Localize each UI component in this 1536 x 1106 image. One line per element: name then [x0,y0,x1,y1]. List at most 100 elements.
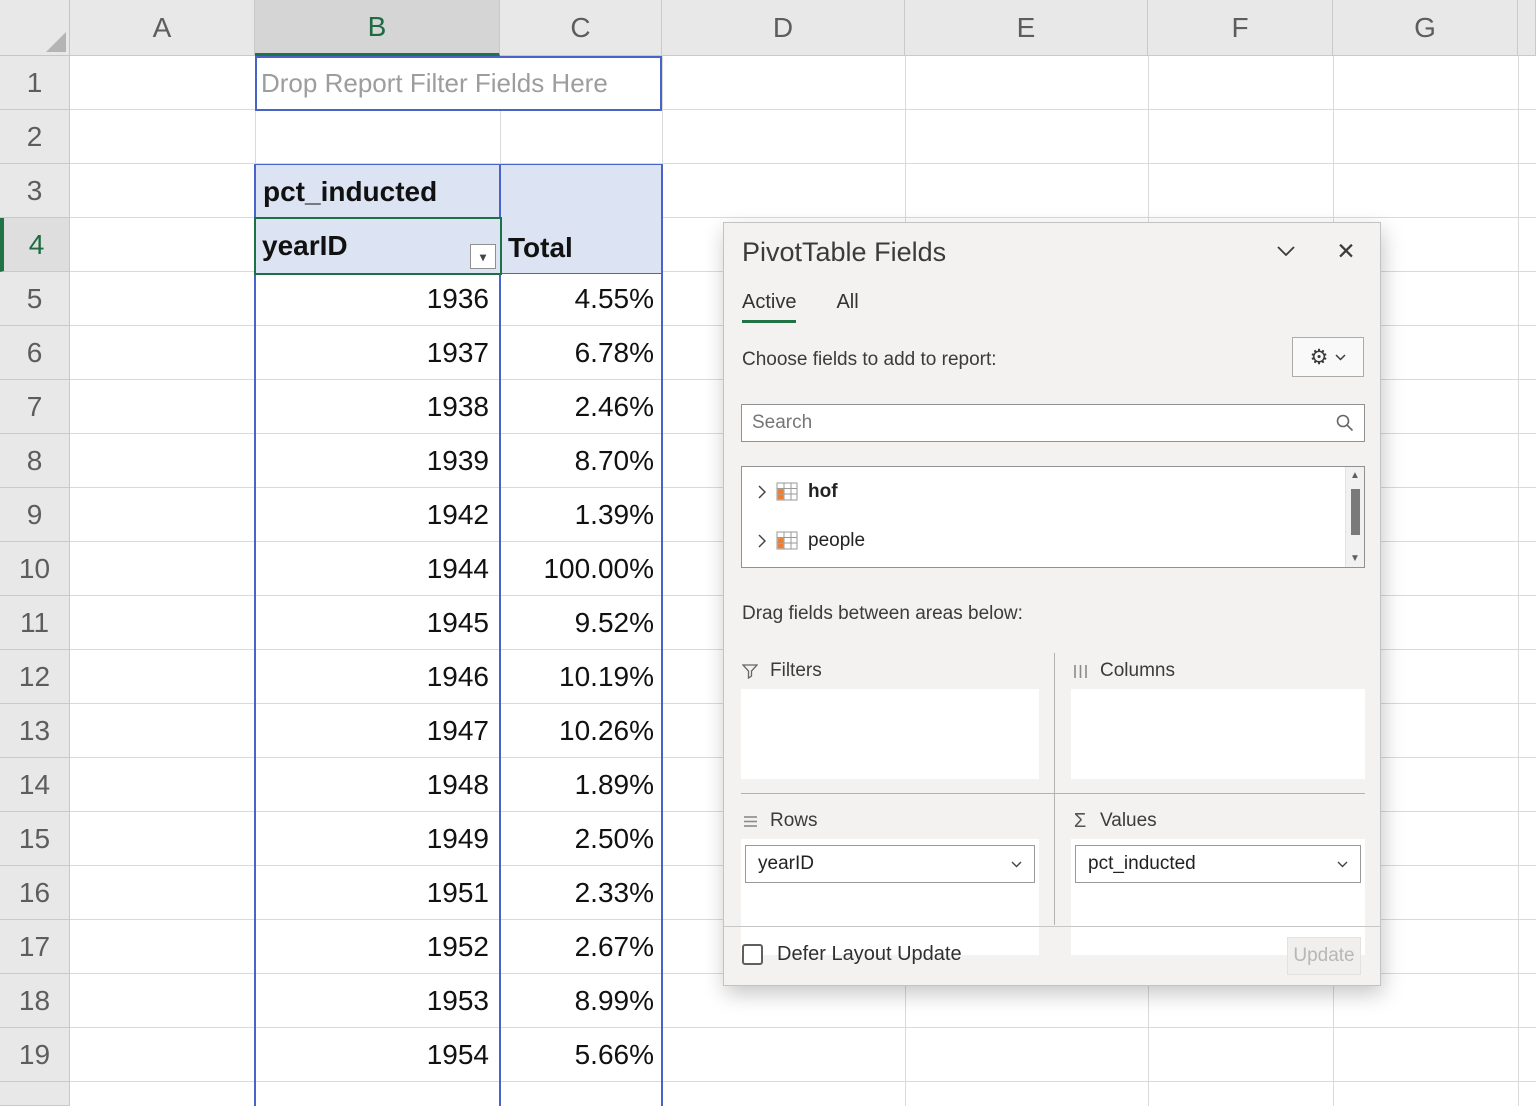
tools-gear-button[interactable]: ⚙ [1292,337,1364,377]
column-header-partial[interactable] [1518,0,1536,56]
select-all-corner[interactable] [0,0,70,56]
cell-yearID[interactable]: 1946 [255,650,500,704]
row-header-18[interactable]: 18 [0,974,70,1028]
cell-yearID[interactable]: 1945 [255,596,500,650]
search-input[interactable] [742,411,1326,435]
gridline [1518,56,1519,1106]
chevron-down-icon [1011,861,1022,868]
scroll-down-arrow-icon[interactable]: ▼ [1346,553,1364,564]
cell-yearID[interactable]: 1954 [255,1028,500,1082]
columns-drop-zone[interactable] [1071,689,1365,779]
field-item-hof[interactable]: hof [742,467,1364,516]
row-header-15[interactable]: 15 [0,812,70,866]
row-header-5[interactable]: 5 [0,272,70,326]
row-header-17[interactable]: 17 [0,920,70,974]
filters-drop-zone[interactable] [741,689,1039,779]
defer-layout-checkbox[interactable] [742,944,763,965]
row-header-12[interactable]: 12 [0,650,70,704]
row-header-1[interactable]: 1 [0,56,70,110]
row-header-7[interactable]: 7 [0,380,70,434]
cell-total[interactable]: 100.00% [500,542,662,596]
column-header-B[interactable]: B [255,0,500,56]
values-area: Σ Values pct_inducted [1071,803,1365,955]
columns-area-label: Columns [1100,660,1175,682]
row-header-13[interactable]: 13 [0,704,70,758]
pivot-border-left [254,164,256,1106]
cell-yearID[interactable]: 1951 [255,866,500,920]
cell-yearID[interactable]: 1953 [255,974,500,1028]
cell-yearID[interactable]: 1949 [255,812,500,866]
row-header-19[interactable]: 19 [0,1028,70,1082]
cell-total[interactable]: 2.46% [500,380,662,434]
column-header-C[interactable]: C [500,0,662,56]
cell-yearID[interactable]: 1942 [255,488,500,542]
panel-close-icon[interactable]: ✕ [1334,239,1358,263]
expand-chevron-icon[interactable] [754,534,770,548]
cell-yearID[interactable]: 1939 [255,434,500,488]
tab-active[interactable]: Active [742,291,796,323]
cell-yearID[interactable]: 1937 [255,326,500,380]
column-header-F[interactable]: F [1148,0,1333,56]
expand-chevron-icon[interactable] [754,485,770,499]
cell-total[interactable]: 2.50% [500,812,662,866]
values-field-chip-pct-inducted[interactable]: pct_inducted [1075,845,1361,883]
cell-yearID[interactable]: 1947 [255,704,500,758]
row-header-2[interactable]: 2 [0,110,70,164]
row-filter-dropdown-button[interactable]: ▾ [470,244,496,269]
row-header-3[interactable]: 3 [0,164,70,218]
cell-total[interactable]: 10.19% [500,650,662,704]
cell-yearID[interactable]: 1944 [255,542,500,596]
cell-total[interactable]: 9.52% [500,596,662,650]
pivot-value-field-header[interactable]: pct_inducted [255,164,500,219]
tab-all[interactable]: All [836,291,858,323]
cell-total[interactable]: 8.99% [500,974,662,1028]
defer-layout-label: Defer Layout Update [777,943,962,966]
cell-yearID[interactable]: 1936 [255,272,500,326]
cell-yearID[interactable]: 1952 [255,920,500,974]
row-header-partial[interactable] [0,1082,70,1106]
cell-total[interactable]: 2.67% [500,920,662,974]
row-header-16[interactable]: 16 [0,866,70,920]
column-header-D[interactable]: D [662,0,905,56]
row-header-10[interactable]: 10 [0,542,70,596]
pivot-data-row: 19545.66% [255,1028,662,1082]
cell-total[interactable]: 1.89% [500,758,662,812]
row-header-4[interactable]: 4 [0,218,70,272]
rows-field-chip-yearID[interactable]: yearID [745,845,1035,883]
pivot-data-row: 19538.99% [255,974,662,1028]
update-button[interactable]: Update [1287,937,1361,975]
pivot-row-field-header-cell[interactable]: yearID ▾ [254,217,502,275]
pivot-total-header[interactable]: Total [500,164,663,274]
cell-total[interactable]: 10.26% [500,704,662,758]
column-header-E[interactable]: E [905,0,1148,56]
field-item-people[interactable]: people [742,516,1364,565]
chip-label: yearID [758,853,814,875]
row-header-11[interactable]: 11 [0,596,70,650]
scrollbar-thumb[interactable] [1351,489,1360,535]
column-header-G[interactable]: G [1333,0,1518,56]
cell-total[interactable]: 2.33% [500,866,662,920]
rows-drop-zone[interactable]: yearID [741,839,1039,955]
cell-total[interactable]: 4.55% [500,272,662,326]
cell-total[interactable]: 5.66% [500,1028,662,1082]
report-filter-drop-zone[interactable]: Drop Report Filter Fields Here [255,56,662,111]
column-header-A[interactable]: A [70,0,255,56]
cell-total[interactable]: 1.39% [500,488,662,542]
row-header-14[interactable]: 14 [0,758,70,812]
values-area-label: Values [1100,810,1157,832]
scroll-up-arrow-icon[interactable]: ▲ [1346,470,1364,481]
cell-total[interactable]: 6.78% [500,326,662,380]
field-search-box [741,404,1365,442]
cell-yearID[interactable]: 1948 [255,758,500,812]
panel-collapse-chevron-icon[interactable] [1274,239,1298,263]
pivot-data-row: 19512.33% [255,866,662,920]
row-header-8[interactable]: 8 [0,434,70,488]
row-header-6[interactable]: 6 [0,326,70,380]
rows-area: Rows yearID [741,803,1039,955]
cell-total[interactable]: 8.70% [500,434,662,488]
field-list-scrollbar[interactable]: ▲ ▼ [1345,467,1364,567]
panel-tabs: Active All [742,291,859,323]
cell-yearID[interactable]: 1938 [255,380,500,434]
row-header-9[interactable]: 9 [0,488,70,542]
search-icon[interactable] [1326,413,1364,433]
